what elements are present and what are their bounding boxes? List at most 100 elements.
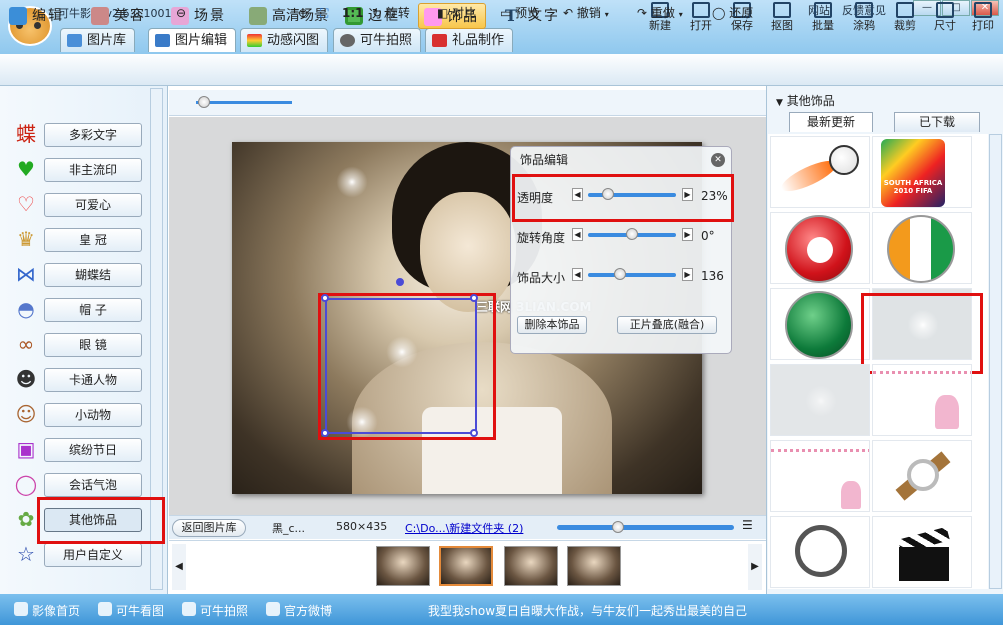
size-label: 饰品大小	[517, 271, 566, 285]
alarm-clock-icon	[795, 525, 847, 577]
dialog-close-icon[interactable]: ✕	[711, 153, 725, 167]
category-speech-bubble[interactable]: 会话气泡	[44, 473, 142, 497]
ornament-item-sparkle-dim[interactable]	[770, 364, 870, 436]
menu-icon[interactable]: ☰	[742, 518, 753, 532]
category-cartoon[interactable]: 卡通人物	[44, 368, 142, 392]
category-crown[interactable]: 皇 冠	[44, 228, 142, 252]
zoom-out-icon[interactable]: ⊖	[176, 5, 186, 21]
ornament-item-watch[interactable]	[872, 440, 972, 512]
category-glasses[interactable]: 眼 镜	[44, 333, 142, 357]
back-to-library-button[interactable]: 返回图片库	[172, 519, 246, 537]
ornament-item-flower-border[interactable]	[872, 364, 972, 436]
ornament-item-football[interactable]	[770, 136, 870, 208]
rotate-handle[interactable]	[396, 278, 404, 286]
rotation-knob[interactable]	[626, 228, 638, 240]
camera-link[interactable]: 可牛拍照	[182, 602, 248, 619]
category-animal[interactable]: 小动物	[44, 403, 142, 427]
restore-button[interactable]: ◯ 还原	[712, 5, 753, 21]
size-decrease[interactable]: ◀	[572, 268, 583, 281]
ornament-item-flower-frame[interactable]	[770, 440, 870, 512]
resize-handle[interactable]	[321, 294, 329, 302]
tab-gift[interactable]: 礼品制作	[425, 28, 514, 52]
ornament-item-fifa[interactable]: SOUTH AFRICA 2010 FIFA	[872, 136, 972, 208]
resize-handle[interactable]	[470, 294, 478, 302]
cutout-button[interactable]: 抠图	[767, 2, 797, 32]
scroll-right-icon[interactable]: ▶	[748, 544, 762, 590]
fit-window-icon[interactable]: ⛶	[320, 5, 328, 21]
folder-icon	[692, 2, 710, 18]
print-button[interactable]: 打印	[968, 2, 998, 32]
tab-latest[interactable]: 最新更新	[789, 112, 873, 132]
rotation-label: 旋转角度	[517, 231, 566, 245]
category-colorful-text[interactable]: 多彩文字	[44, 123, 142, 147]
chevron-down-icon: ▾	[678, 10, 683, 19]
thumbnail-zoom-knob[interactable]	[612, 521, 624, 533]
redo-button[interactable]: ↷ 重做 ▾	[637, 5, 683, 23]
slogan-link[interactable]: 我型我show夏日自曝大作战，与牛友们一起秀出最美的自己	[428, 602, 747, 619]
collapse-icon[interactable]: ▼	[776, 98, 783, 108]
ornament-item-saudi[interactable]	[770, 288, 870, 360]
category-hat[interactable]: 帽 子	[44, 298, 142, 322]
cartoon-icon: ☻	[15, 367, 37, 391]
ornament-item-ivory-coast[interactable]	[872, 212, 972, 284]
resize-button[interactable]: 尺寸	[930, 2, 960, 32]
photo-edit-icon	[155, 34, 170, 47]
actual-size-button[interactable]: 1:1	[342, 5, 364, 21]
viewer-link[interactable]: 可牛看图	[98, 602, 164, 619]
undo-button[interactable]: ↶ 撤销 ▾	[563, 5, 609, 23]
ornament-scrollbar[interactable]	[989, 134, 1002, 589]
highlight-box-sparkle	[861, 293, 983, 374]
thumbnail-zoom-slider[interactable]	[557, 525, 734, 530]
scroll-left-icon[interactable]: ◀	[172, 544, 186, 590]
rotation-decrease[interactable]: ◀	[572, 228, 583, 241]
tab-photo-library[interactable]: 图片库	[60, 28, 136, 52]
compare-icon: ◧	[437, 6, 449, 20]
size-increase[interactable]: ▶	[682, 268, 693, 281]
ornament-selection[interactable]	[325, 298, 477, 434]
ornament-item-clapperboard[interactable]	[872, 516, 972, 588]
tab-animation[interactable]: 动感闪图	[240, 28, 329, 52]
crop-button[interactable]: 裁剪	[890, 2, 920, 32]
tab-photo-edit[interactable]: 图片编辑	[148, 28, 237, 52]
tab-downloaded[interactable]: 已下载	[894, 112, 980, 132]
thumbnail[interactable]	[567, 546, 621, 586]
preview-button[interactable]: ▭ 预览	[500, 5, 539, 21]
hat-icon: ◓	[17, 297, 35, 321]
category-nonmainstream[interactable]: 非主流印	[44, 158, 142, 182]
tool-tab-beauty[interactable]: 美容	[86, 3, 152, 29]
delete-ornament-button[interactable]: 删除本饰品	[517, 316, 587, 334]
tool-tab-edit[interactable]: 编辑	[4, 3, 70, 29]
category-bow[interactable]: 蝴蝶结	[44, 263, 142, 287]
ornament-item-alarm-clock[interactable]	[770, 516, 870, 588]
zoom-slider[interactable]	[196, 101, 292, 104]
zoom-slider-knob[interactable]	[198, 96, 210, 108]
tunisia-flag-icon	[785, 215, 853, 283]
toolbar	[0, 54, 1003, 86]
thumbnail[interactable]	[504, 546, 558, 586]
category-festival[interactable]: 缤纷节日	[44, 438, 142, 462]
blend-button[interactable]: 正片叠底(融合)	[617, 316, 717, 334]
compare-button[interactable]: ◧ 对比	[437, 5, 476, 21]
tab-camera[interactable]: 可牛拍照	[333, 28, 422, 52]
resize-icon	[936, 2, 954, 18]
rotate-button[interactable]: ↻ 旋转	[372, 5, 410, 21]
zoom-in-icon[interactable]: ⊕	[298, 5, 308, 21]
bow-icon: ⋈	[16, 262, 36, 286]
rotation-increase[interactable]: ▶	[682, 228, 693, 241]
thumbnail[interactable]	[376, 546, 430, 586]
batch-button[interactable]: 批量	[808, 2, 838, 32]
category-custom[interactable]: 用户自定义	[44, 543, 142, 567]
size-knob[interactable]	[613, 268, 626, 280]
thumbnail-selected[interactable]	[439, 546, 493, 586]
resize-handle[interactable]	[321, 429, 329, 437]
category-cute-heart[interactable]: 可爱心	[44, 193, 142, 217]
other-ornament-icon: ✿	[17, 507, 35, 531]
ornament-item-tunisia[interactable]	[770, 212, 870, 284]
home-link[interactable]: 影像首页	[14, 602, 80, 619]
size-slider[interactable]	[588, 273, 676, 277]
file-path-link[interactable]: C:\Do...\新建文件夹 (2)	[405, 520, 523, 536]
crown-icon: ♛	[17, 227, 35, 251]
weibo-link[interactable]: 官方微博	[266, 602, 332, 619]
resize-handle[interactable]	[470, 429, 478, 437]
doodle-button[interactable]: 涂鸦	[849, 2, 879, 32]
